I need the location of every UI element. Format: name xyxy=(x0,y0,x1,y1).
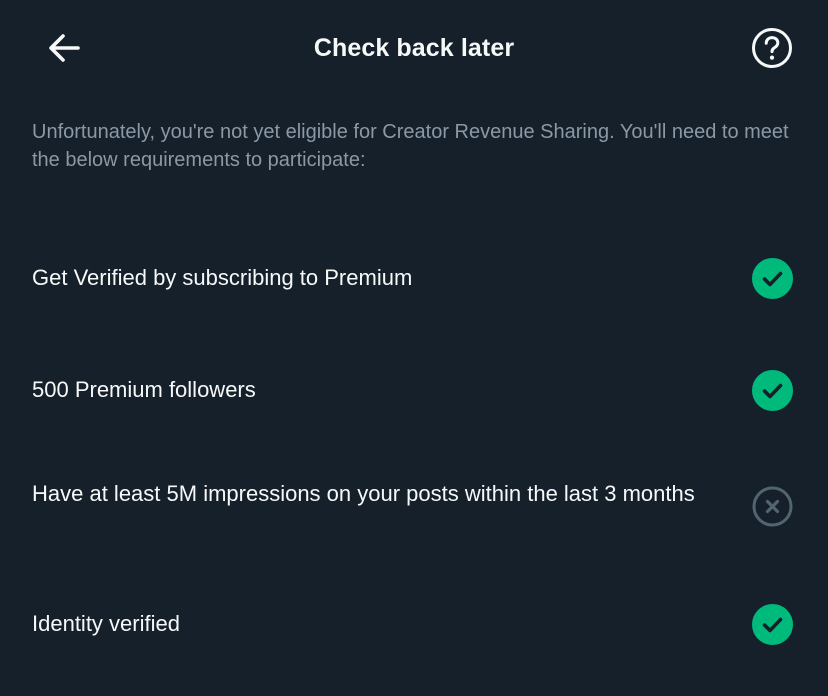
requirement-label: Have at least 5M impressions on your pos… xyxy=(32,481,695,506)
requirement-status xyxy=(752,604,793,645)
requirement-label: 500 Premium followers xyxy=(32,377,256,402)
check-circle-icon xyxy=(752,258,793,299)
requirement-label: Identity verified xyxy=(32,611,180,636)
requirement-status xyxy=(752,370,793,411)
check-circle-icon xyxy=(752,604,793,645)
question-circle-icon xyxy=(752,28,792,68)
requirement-label: Get Verified by subscribing to Premium xyxy=(32,265,413,290)
requirement-status xyxy=(752,258,793,299)
help-button[interactable] xyxy=(748,24,796,72)
requirement-status xyxy=(752,486,793,527)
header: Check back later xyxy=(0,0,828,98)
x-circle-icon xyxy=(752,486,793,527)
page-title: Check back later xyxy=(313,34,515,62)
check-circle-icon xyxy=(752,370,793,411)
eligibility-intro-text: Unfortunately, you're not yet eligible f… xyxy=(32,121,789,171)
